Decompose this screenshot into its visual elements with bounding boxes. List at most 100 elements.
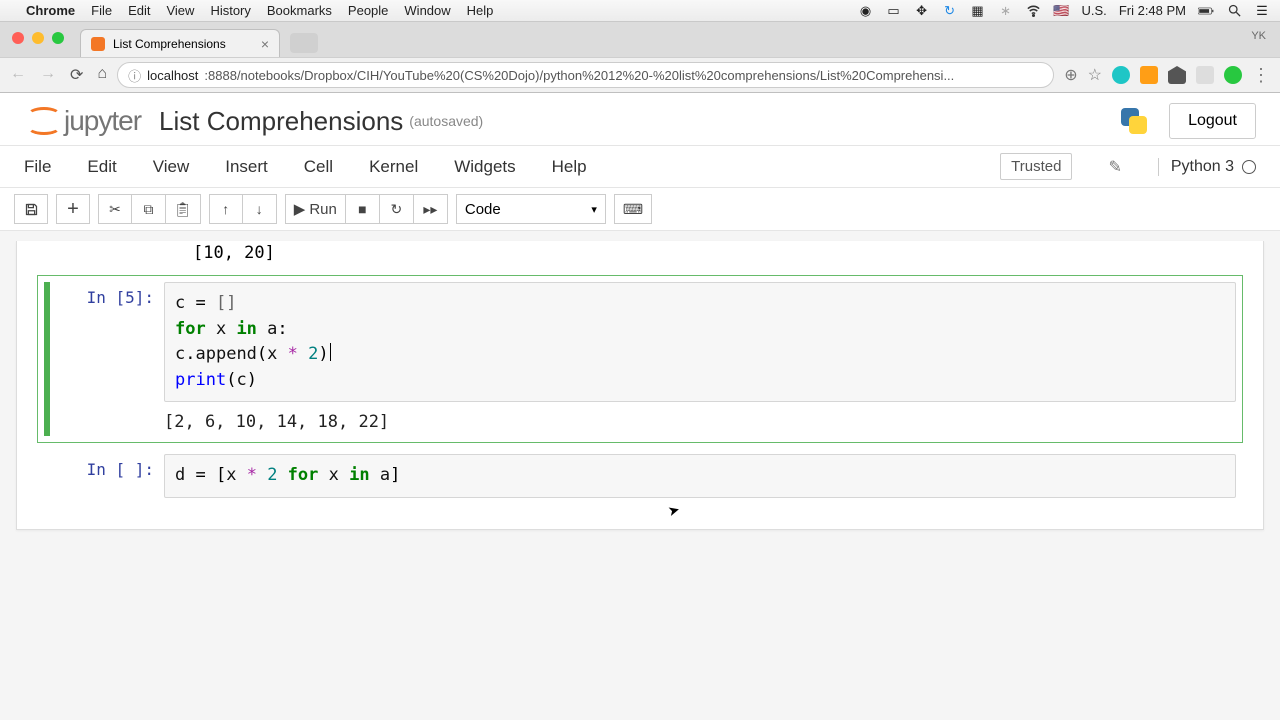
browser-tab[interactable]: List Comprehensions × [80,29,280,57]
code-input[interactable]: c = []for x in a: c.append(x * 2)print(c… [164,282,1236,402]
cell-type-select[interactable]: Code ▾ [456,194,606,224]
jupyter-toolbar: + ✂ ⧉ 📋︎ ↑ ↓ ▶Run ■ ↻ ▸▸ Code ▾ ⌨ [0,188,1280,231]
minimize-window-button[interactable] [32,32,44,44]
mac-menu-view[interactable]: View [166,3,194,18]
maximize-window-button[interactable] [52,32,64,44]
sync-icon: ✥ [914,3,930,19]
restart-run-all-button[interactable]: ▸▸ [414,194,448,224]
chrome-toolbar: ← → ⟳ ⌂ ⓘ localhost :8888/notebooks/Dropb… [0,57,1280,93]
cell-type-value: Code [465,201,501,218]
jupyter-logo[interactable]: jupyter [24,104,141,138]
code-cell-5[interactable]: In [5]: c = []for x in a: c.append(x * 2… [37,275,1243,443]
bluetooth-icon: ∗ [998,3,1014,19]
cell-output: [2, 6, 10, 14, 18, 22] [164,402,1236,436]
jupyter-page: jupyter List Comprehensions (autosaved) … [0,93,1280,570]
ext-icon-4[interactable] [1196,66,1214,84]
new-tab-button[interactable] [290,33,318,53]
text-cursor [330,343,331,361]
jupyter-logo-text: jupyter [64,105,141,137]
move-up-button[interactable]: ↑ [209,194,243,224]
wifi-icon [1026,3,1042,19]
address-bar[interactable]: ⓘ localhost :8888/notebooks/Dropbox/CIH/Y… [117,62,1054,88]
ext-icon-3[interactable] [1168,66,1186,84]
chevron-down-icon: ▾ [591,203,597,216]
save-button[interactable] [14,194,48,224]
mac-menu-bookmarks[interactable]: Bookmarks [267,3,332,18]
reload-button[interactable]: ⟳ [70,65,83,85]
chrome-profile-badge[interactable]: YK [1251,30,1266,42]
back-button[interactable]: ← [10,65,26,85]
cut-button[interactable]: ✂ [98,194,132,224]
clock: Fri 2:48 PM [1119,3,1186,18]
site-info-icon[interactable]: ⓘ [128,66,141,85]
restart-button[interactable]: ↻ [380,194,414,224]
mac-menu-file[interactable]: File [91,3,112,18]
tab-strip: List Comprehensions × [0,22,1280,57]
mac-menu-window[interactable]: Window [404,3,450,18]
add-cell-button[interactable]: + [56,194,90,224]
forward-button[interactable]: → [40,65,56,85]
jupyter-mark-icon [24,104,58,138]
notebook-title[interactable]: List Comprehensions [159,106,403,137]
menu-view[interactable]: View [153,157,190,177]
cell-prompt: In [5]: [54,282,164,436]
mac-menu-chrome[interactable]: Chrome [26,3,75,18]
chrome-menu-icon[interactable]: ⋮ [1252,65,1270,86]
zoom-icon[interactable]: ⊕ [1064,65,1077,85]
menu-file[interactable]: File [24,157,51,177]
kernel-indicator[interactable]: Python 3 [1158,158,1256,176]
command-palette-button[interactable]: ⌨ [614,194,652,224]
mac-menu-history[interactable]: History [210,3,250,18]
window-controls [12,32,64,44]
display-icon: ▭ [886,3,902,19]
copy-button[interactable]: ⧉ [132,194,166,224]
cell-runbar [44,282,50,436]
notebook: [10, 20] In [5]: c = []for x in a: c.app… [16,241,1264,530]
mac-menu-help[interactable]: Help [467,3,494,18]
paste-button[interactable]: 📋︎ [166,194,201,224]
tab-close-icon[interactable]: × [261,36,269,52]
move-down-button[interactable]: ↓ [243,194,277,224]
kernel-name: Python 3 [1171,158,1234,176]
spotlight-icon[interactable] [1226,3,1242,19]
menu-help[interactable]: Help [552,157,587,177]
close-window-button[interactable] [12,32,24,44]
menu-kernel[interactable]: Kernel [369,157,418,177]
code-input[interactable]: d = [x * 2 for x in a] [164,454,1236,498]
mac-menu-edit[interactable]: Edit [128,3,150,18]
menu-icon[interactable]: ☰ [1254,3,1270,19]
ext-icon-2[interactable] [1140,66,1158,84]
python-logo-icon [1117,104,1151,138]
mac-menu-people[interactable]: People [348,3,388,18]
logout-button[interactable]: Logout [1169,103,1256,139]
menu-cell[interactable]: Cell [304,157,333,177]
favicon-icon [91,37,105,51]
ext-icon-1[interactable] [1112,66,1130,84]
url-host: localhost [147,68,198,83]
tab-title: List Comprehensions [113,37,226,51]
menu-widgets[interactable]: Widgets [454,157,515,177]
menu-insert[interactable]: Insert [225,157,268,177]
bookmark-icon[interactable]: ☆ [1088,65,1102,85]
run-button[interactable]: ▶Run [285,194,346,224]
menu-edit[interactable]: Edit [87,157,116,177]
cell-runbar [44,454,50,498]
trusted-badge[interactable]: Trusted [1000,153,1072,180]
prev-cell-output: [10, 20] [161,241,1243,271]
run-label: Run [309,201,337,218]
record-icon: ◉ [858,3,874,19]
notebook-scroll[interactable]: [10, 20] In [5]: c = []for x in a: c.app… [0,231,1280,570]
home-button[interactable]: ⌂ [97,65,107,85]
chrome-window: YK List Comprehensions × ← → ⟳ ⌂ ⓘ local… [0,22,1280,93]
flag-icon: 🇺🇸 [1054,3,1070,19]
interrupt-button[interactable]: ■ [346,194,380,224]
input-locale: U.S. [1082,3,1107,18]
edit-mode-icon: ✎ [1108,157,1121,177]
cell-prompt: In [ ]: [54,454,164,498]
ext-icon-5[interactable] [1224,66,1242,84]
app-icon: ↻ [942,3,958,19]
code-cell-6[interactable]: In [ ]: d = [x * 2 for x in a] [37,447,1243,505]
jupyter-header: jupyter List Comprehensions (autosaved) … [0,93,1280,146]
kernel-status-icon [1242,160,1256,174]
url-path: :8888/notebooks/Dropbox/CIH/YouTube%20(C… [204,68,954,83]
